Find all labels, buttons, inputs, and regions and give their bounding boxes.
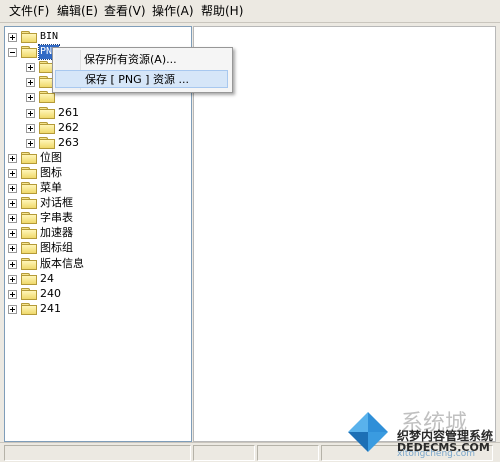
folder-icon [39,121,55,134]
folder-icon [21,287,37,300]
tree-item-label: 图标 [40,165,62,179]
tree-item-label: 版本信息 [40,256,84,270]
tree-item[interactable]: 241 [5,302,191,316]
expand-plus-icon[interactable] [8,184,17,193]
context-menu: 保存所有资源(A)... 保存 [ PNG ] 资源 ... [52,47,233,93]
status-cell-3 [257,445,319,461]
expand-plus-icon[interactable] [8,214,17,224]
tree-item-label: 261 [58,105,79,119]
tree-item-label: 对话框 [40,196,73,210]
watermark-pinyin: xitongcheng.com [397,449,475,459]
save-all-resources-label: 保存所有资源(A)... [84,53,177,66]
tree-item-label: BIN [40,31,59,42]
expand-plus-icon[interactable] [8,33,17,42]
folder-icon [21,166,37,179]
expand-plus-icon[interactable] [8,259,17,269]
tree-item-label: 字串表 [40,211,73,225]
tree-item[interactable]: 240 [5,287,191,301]
tree-item[interactable]: 图标组 [5,241,191,255]
windows-logo-icon [348,412,388,452]
folder-icon [21,212,37,225]
tree-item[interactable]: 位图 [5,151,191,165]
menu-view[interactable]: 查看(V) [104,4,146,18]
folder-icon [39,91,55,104]
status-cell-1 [4,445,191,461]
expand-plus-icon[interactable] [26,108,35,118]
tree-item[interactable]: 图标 [5,166,191,180]
expand-plus-icon[interactable] [8,274,17,284]
folder-icon [39,106,55,119]
folder-icon [21,242,37,255]
menu-file[interactable]: 文件(F) [9,4,49,18]
save-png-resource-label: 保存 [ PNG ] 资源 ... [85,73,189,86]
tree-item-label: 位图 [40,150,62,164]
expand-plus-icon[interactable] [26,123,35,133]
expand-plus-icon[interactable] [26,63,35,73]
tree-item-label: 图标组 [40,241,73,255]
expand-plus-icon[interactable] [8,229,17,239]
tree-item[interactable]: 菜单 [5,181,191,195]
folder-icon [21,302,37,315]
save-all-resources-item[interactable]: 保存所有资源(A)... [55,51,228,69]
menu-action[interactable]: 操作(A) [152,4,194,18]
folder-icon [39,136,55,149]
status-cell-2 [193,445,255,461]
expand-plus-icon[interactable] [26,93,35,103]
tree-item[interactable]: 262 [5,121,191,135]
tree-item[interactable]: 字串表 [5,211,191,225]
tree-item-label: 263 [58,135,79,149]
folder-icon [21,197,37,210]
tree-item-label: 240 [40,286,61,300]
tree-item[interactable]: BIN [5,30,191,44]
tree-item-label: 241 [40,301,61,315]
tree-item-label: 加速器 [40,226,73,240]
tree-item[interactable]: 261 [5,106,191,120]
save-png-resource-item[interactable]: 保存 [ PNG ] 资源 ... [55,70,228,88]
tree-item[interactable]: 263 [5,136,191,150]
folder-icon [21,257,37,270]
expand-plus-icon[interactable] [26,138,35,148]
folder-icon [21,272,37,285]
tree-item[interactable]: 对话框 [5,196,191,210]
folder-icon [21,182,37,194]
tree-item-label: 262 [58,120,79,134]
menu-bar: 文件(F) 编辑(E) 查看(V) 操作(A) 帮助(H) [0,0,500,23]
folder-icon [21,31,37,43]
tree-item-label: 24 [40,271,54,285]
expand-plus-icon[interactable] [8,153,17,163]
tree-item[interactable]: 版本信息 [5,257,191,271]
expand-plus-icon[interactable] [8,168,17,178]
folder-icon [21,227,37,240]
app-window: 文件(F) 编辑(E) 查看(V) 操作(A) 帮助(H) BIN PNG 261 2… [0,0,500,462]
collapse-minus-icon[interactable] [8,48,17,58]
tree-item-label: 菜单 [40,181,62,194]
expand-plus-icon[interactable] [8,304,17,314]
expand-plus-icon[interactable] [8,199,17,209]
folder-icon [21,46,37,59]
tree-item[interactable]: 加速器 [5,226,191,240]
tree-item[interactable]: 24 [5,272,191,286]
watermark: 系统城 织梦内容管理系统 DEDECMS.COM xitongcheng.com [345,405,500,461]
expand-plus-icon[interactable] [8,244,17,254]
menu-edit[interactable]: 编辑(E) [57,4,98,18]
menu-help[interactable]: 帮助(H) [201,4,243,18]
content-pane [193,26,496,442]
expand-plus-icon[interactable] [8,289,17,299]
expand-plus-icon[interactable] [26,78,35,88]
folder-icon [21,151,37,164]
